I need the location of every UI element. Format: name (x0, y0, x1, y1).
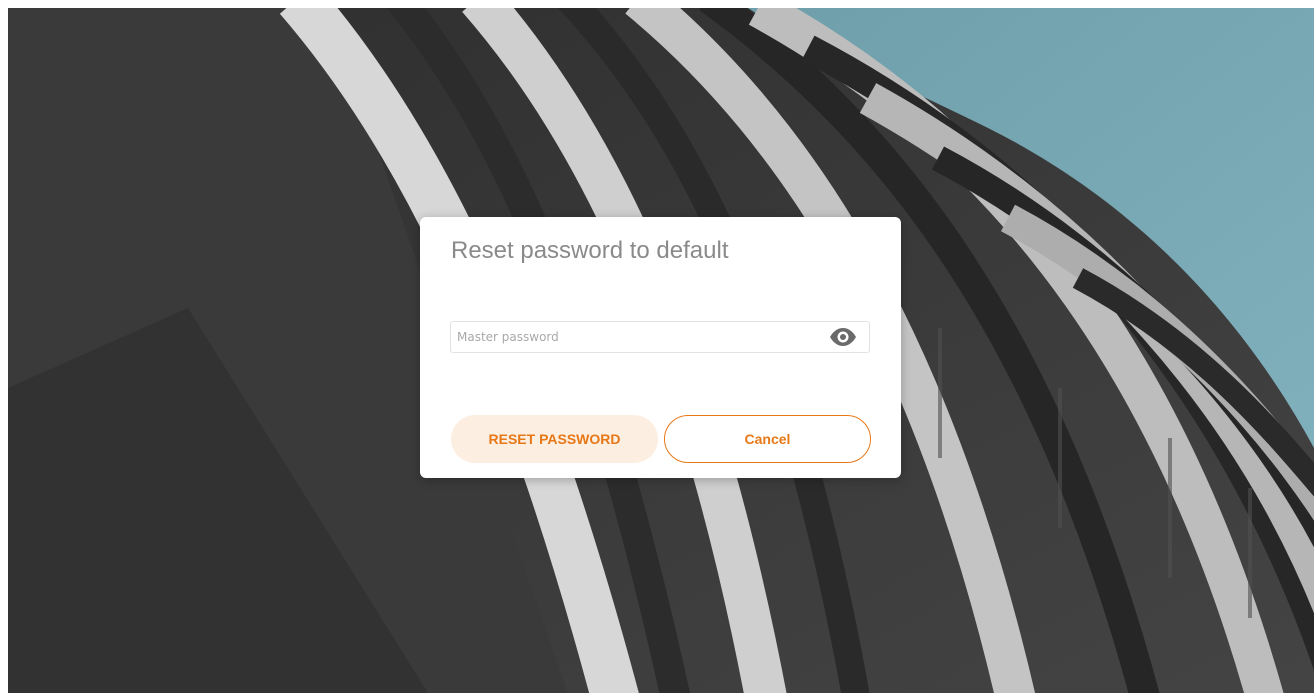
master-password-field (450, 321, 870, 353)
cancel-button[interactable]: Cancel (664, 415, 871, 463)
eye-icon[interactable] (829, 328, 857, 346)
reset-password-dialog: Reset password to default RESET PASSWORD… (420, 217, 901, 478)
dialog-title: Reset password to default (451, 237, 729, 264)
login-page: Reset password to default RESET PASSWORD… (0, 0, 1314, 693)
reset-password-button[interactable]: RESET PASSWORD (451, 415, 658, 463)
master-password-input[interactable] (451, 322, 833, 352)
